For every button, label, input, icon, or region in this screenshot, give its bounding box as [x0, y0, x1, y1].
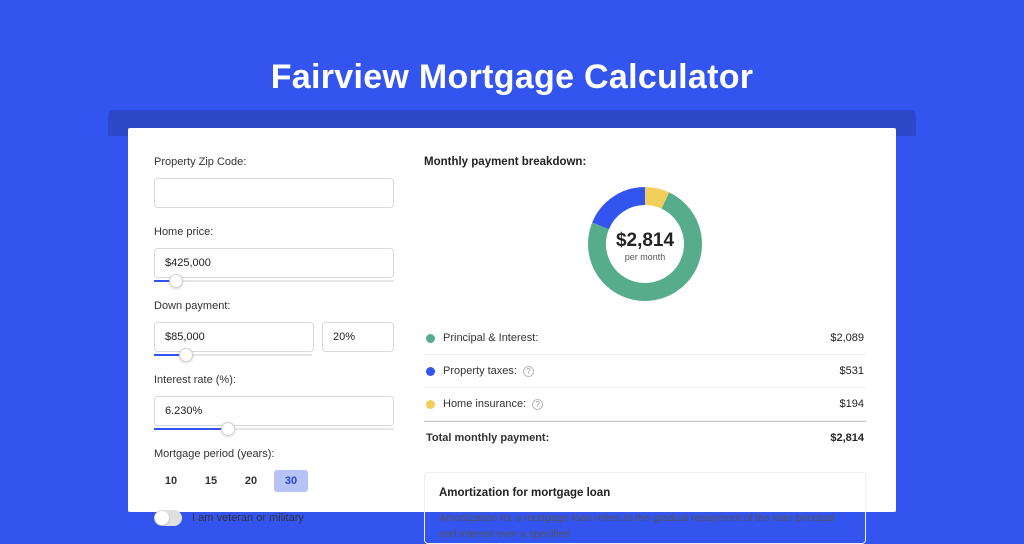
down-payment-slider-thumb[interactable] — [179, 348, 193, 362]
amortization-body: Amortization for a mortgage loan refers … — [439, 511, 851, 543]
down-payment-field-group: Down payment: — [154, 300, 394, 356]
form-column: Property Zip Code: Home price: Down paym… — [154, 156, 394, 512]
interest-slider-fill — [154, 428, 228, 430]
legend-val-insurance: $194 — [840, 398, 864, 410]
legend-row-total: Total monthly payment: $2,814 — [424, 421, 866, 454]
down-payment-slider[interactable] — [154, 354, 312, 356]
amortization-card: Amortization for mortgage loan Amortizat… — [424, 472, 866, 544]
help-icon[interactable]: ? — [532, 399, 543, 410]
swatch-blue-icon — [426, 367, 435, 376]
zip-input[interactable] — [154, 178, 394, 208]
breakdown-title: Monthly payment breakdown: — [424, 156, 866, 168]
interest-slider[interactable] — [154, 428, 394, 430]
legend-label-total: Total monthly payment: — [426, 432, 549, 444]
period-button-row: 10 15 20 30 — [154, 470, 394, 492]
swatch-green-icon — [426, 334, 435, 343]
interest-slider-thumb[interactable] — [221, 422, 235, 436]
period-btn-30[interactable]: 30 — [274, 470, 308, 492]
period-btn-20[interactable]: 20 — [234, 470, 268, 492]
interest-field-group: Interest rate (%): — [154, 374, 394, 430]
down-payment-input[interactable] — [154, 322, 314, 352]
down-payment-pct-input[interactable] — [322, 322, 394, 352]
amortization-title: Amortization for mortgage loan — [439, 487, 851, 499]
zip-field-group: Property Zip Code: — [154, 156, 394, 208]
home-price-slider[interactable] — [154, 280, 394, 282]
legend-label-insurance: Home insurance: — [443, 398, 526, 410]
page-title: Fairview Mortgage Calculator — [0, 58, 1024, 97]
legend-val-total: $2,814 — [830, 432, 864, 444]
veteran-toggle[interactable] — [154, 510, 182, 526]
veteran-label: I am veteran or military — [192, 512, 304, 524]
home-price-input[interactable] — [154, 248, 394, 278]
donut-center-label: per month — [625, 252, 666, 262]
interest-label: Interest rate (%): — [154, 374, 394, 386]
swatch-yellow-icon — [426, 400, 435, 409]
period-btn-15[interactable]: 15 — [194, 470, 228, 492]
legend-row-insurance: Home insurance: ? $194 — [424, 388, 866, 421]
legend-label-taxes: Property taxes: — [443, 365, 517, 377]
help-icon[interactable]: ? — [523, 366, 534, 377]
donut-chart-wrap: $2,814 per month — [424, 182, 866, 306]
legend-row-taxes: Property taxes: ? $531 — [424, 355, 866, 388]
down-payment-label: Down payment: — [154, 300, 394, 312]
calculator-card: Property Zip Code: Home price: Down paym… — [128, 128, 896, 512]
donut-chart: $2,814 per month — [583, 182, 707, 306]
legend-val-principal: $2,089 — [830, 332, 864, 344]
period-btn-10[interactable]: 10 — [154, 470, 188, 492]
breakdown-column: Monthly payment breakdown: $2,814 per mo… — [424, 156, 866, 512]
interest-input[interactable] — [154, 396, 394, 426]
zip-label: Property Zip Code: — [154, 156, 394, 168]
toggle-knob — [155, 511, 169, 525]
legend-val-taxes: $531 — [840, 365, 864, 377]
donut-center-amount: $2,814 — [616, 230, 675, 251]
home-price-field-group: Home price: — [154, 226, 394, 282]
home-price-slider-thumb[interactable] — [169, 274, 183, 288]
period-label: Mortgage period (years): — [154, 448, 394, 460]
veteran-toggle-row: I am veteran or military — [154, 510, 394, 526]
home-price-label: Home price: — [154, 226, 394, 238]
legend-label-principal: Principal & Interest: — [443, 332, 538, 344]
legend-row-principal: Principal & Interest: $2,089 — [424, 322, 866, 355]
period-field-group: Mortgage period (years): 10 15 20 30 — [154, 448, 394, 492]
